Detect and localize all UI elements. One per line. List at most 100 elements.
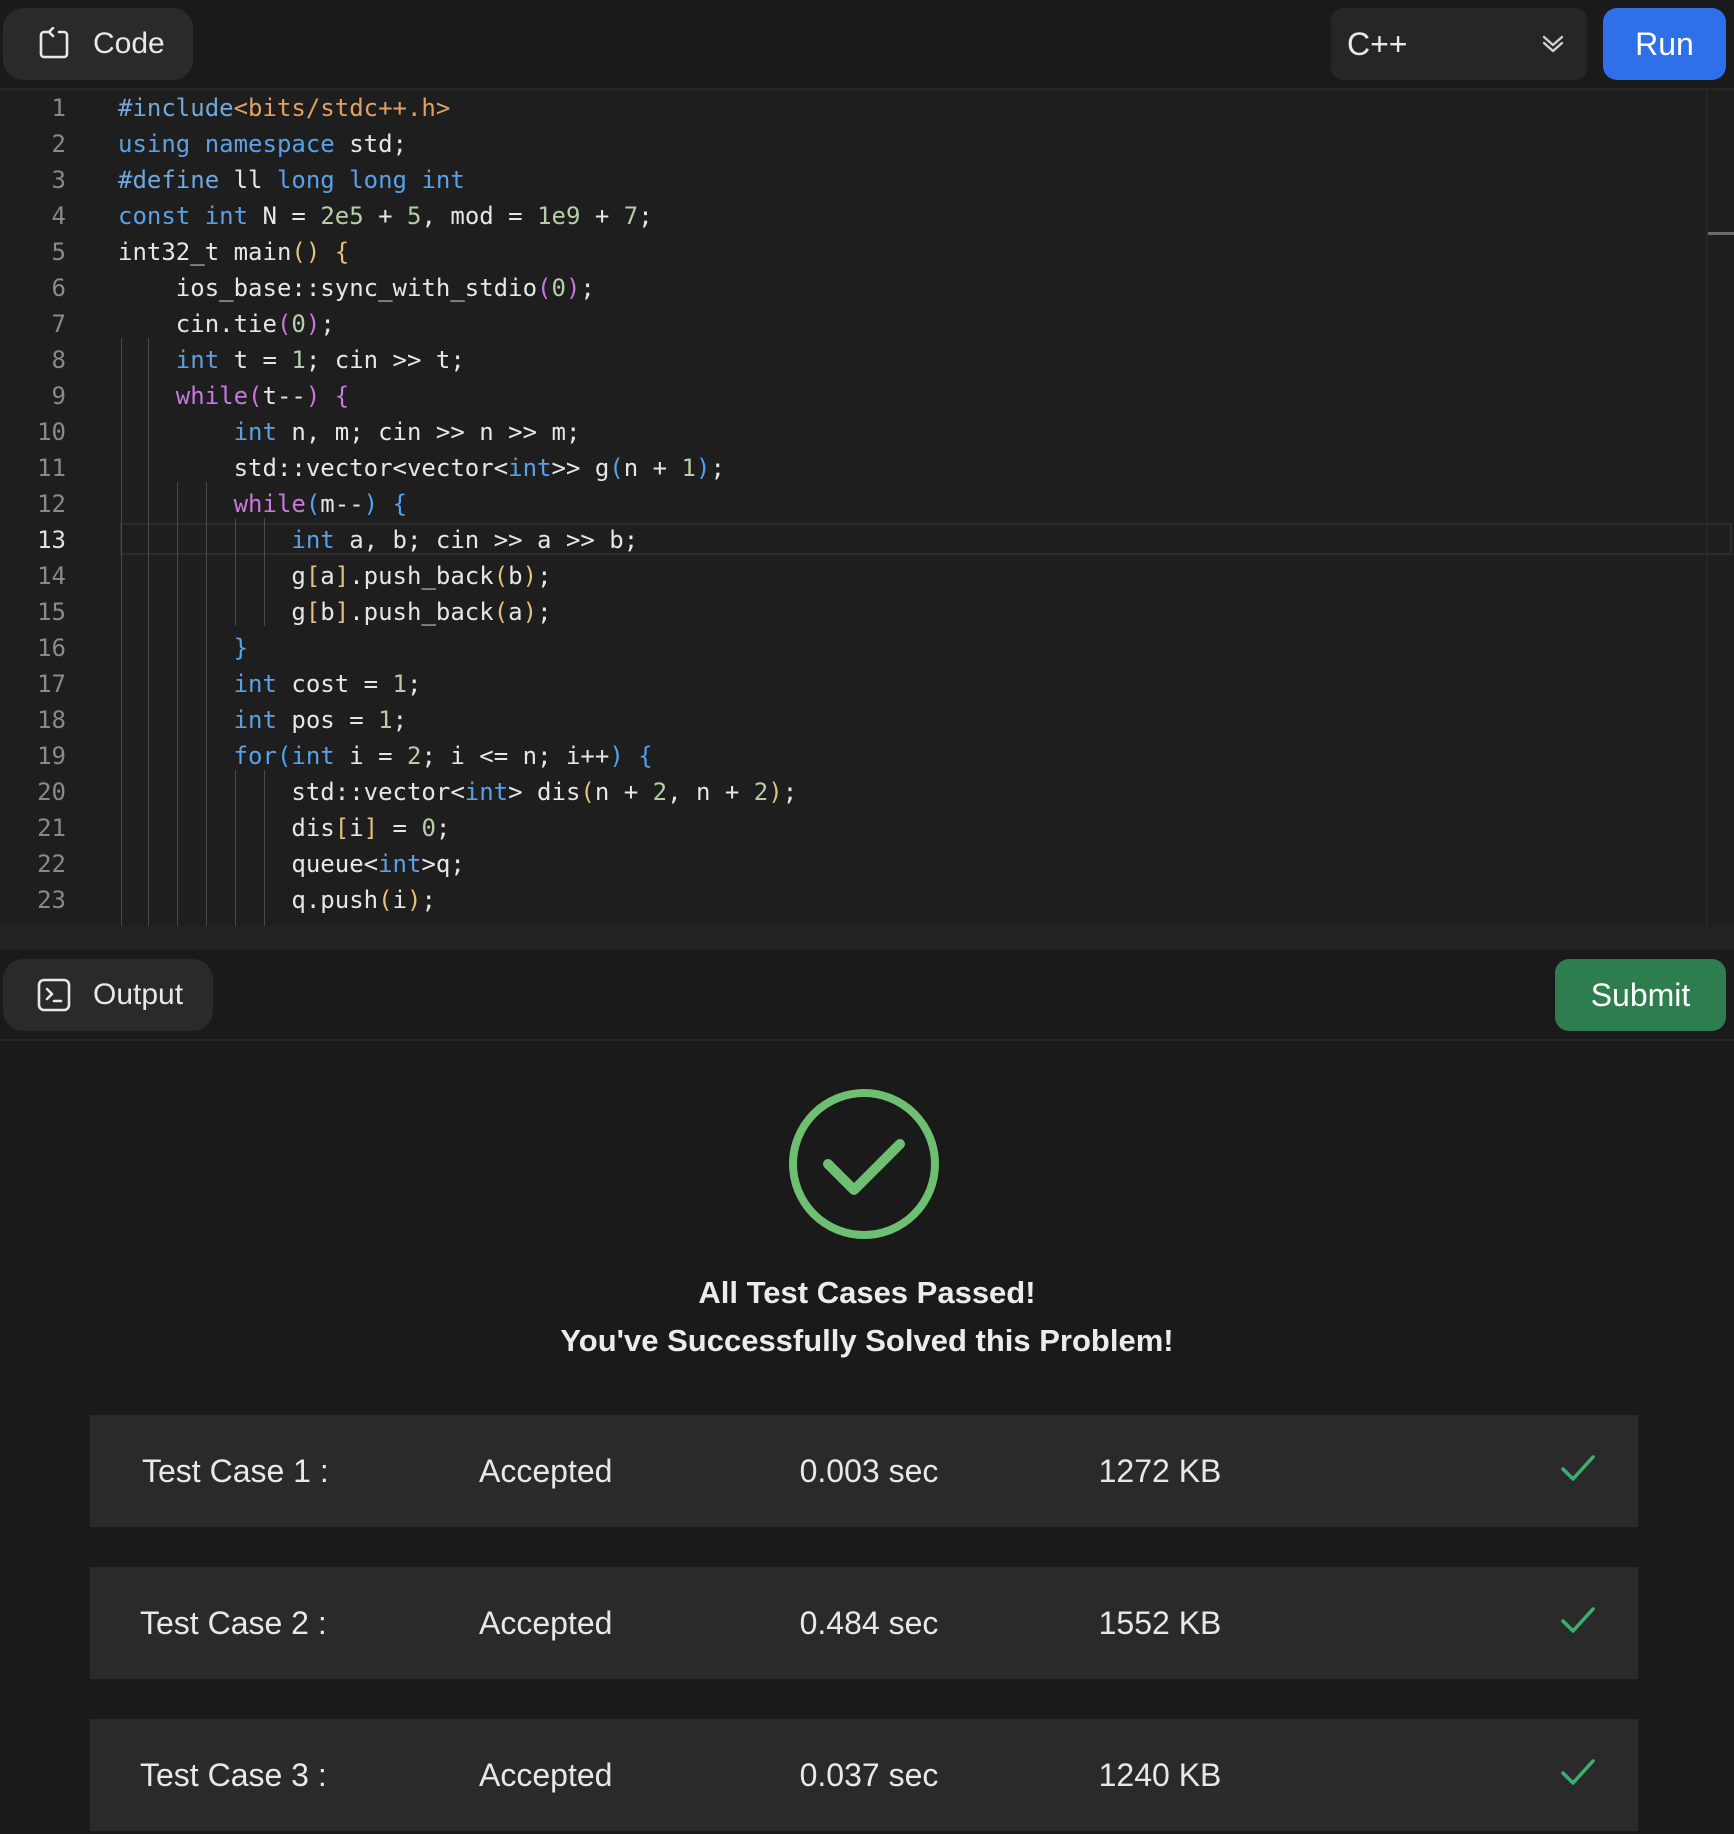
test-case-name: Test Case 2 : [140, 1605, 327, 1641]
line-number: 5 [51, 238, 66, 266]
code-line[interactable]: 5 int32_t main() { [0, 234, 1734, 270]
test-case-memory: 1240 KB [1098, 1757, 1222, 1793]
code-text: ios_base::sync_with_stdio(0); [118, 274, 595, 302]
code-line[interactable]: 3 #define ll long long int [0, 162, 1734, 198]
line-number: 7 [51, 310, 66, 338]
code-line[interactable]: 4 const int N = 2e5 + 5, mod = 1e9 + 7; [0, 198, 1734, 234]
code-line[interactable]: 22 queue<int>q; [0, 846, 1734, 882]
code-line[interactable]: 6 ios_base::sync_with_stdio(0); [0, 270, 1734, 306]
line-number: 19 [37, 742, 66, 770]
editor-scroll-thumb[interactable] [1708, 232, 1734, 235]
run-button[interactable]: Run [1603, 8, 1726, 80]
code-line[interactable]: 20 std::vector<int> dis(n + 2, n + 2); [0, 774, 1734, 810]
code-text: for(int i = 2; i <= n; i++) { [233, 742, 653, 770]
code-line[interactable]: 14 g[a].push_back(b); [0, 558, 1734, 594]
terminal-icon [37, 978, 71, 1012]
test-case-row: Test Case 3 : Accepted 0.037 sec 1240 KB [90, 1719, 1638, 1831]
code-line[interactable]: 10 int n, m; cin >> n >> m; [0, 414, 1734, 450]
submit-button[interactable]: Submit [1555, 959, 1726, 1031]
line-number: 4 [51, 202, 66, 230]
line-number: 2 [51, 130, 66, 158]
code-line[interactable]: 12 while(m--) { [0, 486, 1734, 522]
indent-guide [264, 518, 265, 626]
code-line[interactable]: 23 q.push(i); [0, 882, 1734, 918]
code-text: } [233, 634, 249, 662]
code-line[interactable]: 13 int a, b; cin >> a >> b; [0, 522, 1734, 558]
chevron-down-icon [1541, 34, 1565, 54]
code-line[interactable]: 18 int pos = 1; [0, 702, 1734, 738]
output-tab[interactable]: Output [3, 959, 213, 1031]
code-tab-label: Code [93, 27, 165, 60]
code-text: cin.tie(0); [118, 310, 335, 338]
code-line[interactable]: 8 int t = 1; cin >> t; [0, 342, 1734, 378]
line-number: 17 [37, 670, 66, 698]
code-text: int t = 1; cin >> t; [175, 346, 465, 374]
indent-guide [206, 482, 207, 926]
test-case-status: Accepted [479, 1453, 613, 1489]
line-number: 6 [51, 274, 66, 302]
code-line[interactable]: 15 g[b].push_back(a); [0, 594, 1734, 630]
code-line[interactable]: 1 #include<bits/stdc++.h> [0, 90, 1734, 126]
test-case-name: Test Case 1 : [142, 1453, 329, 1489]
line-number: 12 [37, 490, 66, 518]
panel-resizer[interactable] [0, 926, 1734, 950]
code-text: queue<int>q; [118, 850, 465, 878]
test-case-memory: 1552 KB [1098, 1605, 1222, 1641]
result-subtitle: You've Successfully Solved this Problem! [560, 1323, 1174, 1358]
line-number: 11 [37, 454, 66, 482]
code-text: std::vector<int> dis(n + 2, n + 2); [118, 778, 798, 806]
code-text: int n, m; cin >> n >> m; [233, 418, 581, 446]
test-case-status: Accepted [479, 1605, 613, 1641]
line-number: 22 [37, 850, 66, 878]
line-number: 20 [37, 778, 66, 806]
line-number: 23 [37, 886, 66, 914]
code-text: int32_t main() { [118, 238, 350, 266]
line-number: 8 [51, 346, 66, 374]
code-line[interactable]: 7 cin.tie(0); [0, 306, 1734, 342]
output-divider [0, 1039, 1734, 1041]
code-text: #include<bits/stdc++.h> [118, 94, 451, 122]
check-icon [1560, 1453, 1596, 1483]
code-text: int pos = 1; [233, 706, 408, 734]
line-number: 13 [37, 526, 66, 554]
test-case-row: Test Case 2 : Accepted 0.484 sec 1552 KB [90, 1567, 1638, 1679]
code-text: using namespace std; [118, 130, 407, 158]
indent-guide [121, 338, 122, 926]
check-icon [1560, 1605, 1596, 1635]
code-tab[interactable]: Code [3, 8, 193, 80]
line-number: 15 [37, 598, 66, 626]
code-line[interactable]: 2 using namespace std; [0, 126, 1734, 162]
code-text: g[b].push_back(a); [118, 598, 552, 626]
code-text: dis[i] = 0; [118, 814, 451, 842]
code-text: g[a].push_back(b); [118, 562, 552, 590]
code-text: int cost = 1; [233, 670, 422, 698]
code-line[interactable]: 21 dis[i] = 0; [0, 810, 1734, 846]
line-number: 1 [51, 94, 66, 122]
code-line[interactable]: 19 for(int i = 2; i <= n; i++) { [0, 738, 1734, 774]
editor-toolbar: Code C++ Run [0, 0, 1734, 88]
success-check-icon [789, 1089, 939, 1239]
test-case-time: 0.003 sec [799, 1453, 939, 1489]
line-number: 10 [37, 418, 66, 446]
test-case-row: Test Case 1 : Accepted 0.003 sec 1272 KB [90, 1415, 1638, 1527]
test-case-name: Test Case 3 : [140, 1757, 327, 1793]
indent-guide [235, 770, 236, 926]
language-value: C++ [1347, 25, 1408, 62]
code-line[interactable]: 9 while(t--) { [0, 378, 1734, 414]
indent-guide [148, 338, 149, 926]
code-line[interactable]: 11 std::vector<vector<int>> g(n + 1); [0, 450, 1734, 486]
language-select[interactable]: C++ [1331, 8, 1587, 80]
editor-scrollbar[interactable] [1706, 90, 1708, 926]
code-text: int a, b; cin >> a >> b; [291, 526, 639, 554]
code-editor[interactable]: 1 #include<bits/stdc++.h> 2 using namespace… [0, 90, 1734, 926]
code-text: while(m--) { [233, 490, 408, 518]
line-number: 14 [37, 562, 66, 590]
code-line[interactable]: 17 int cost = 1; [0, 666, 1734, 702]
output-tab-label: Output [93, 978, 184, 1011]
line-number: 21 [37, 814, 66, 842]
test-case-memory: 1272 KB [1098, 1453, 1222, 1489]
code-line[interactable]: 16 } [0, 630, 1734, 666]
code-icon [37, 27, 71, 61]
code-text: #define ll long long int [118, 166, 465, 194]
code-text: q.push(i); [118, 886, 436, 914]
